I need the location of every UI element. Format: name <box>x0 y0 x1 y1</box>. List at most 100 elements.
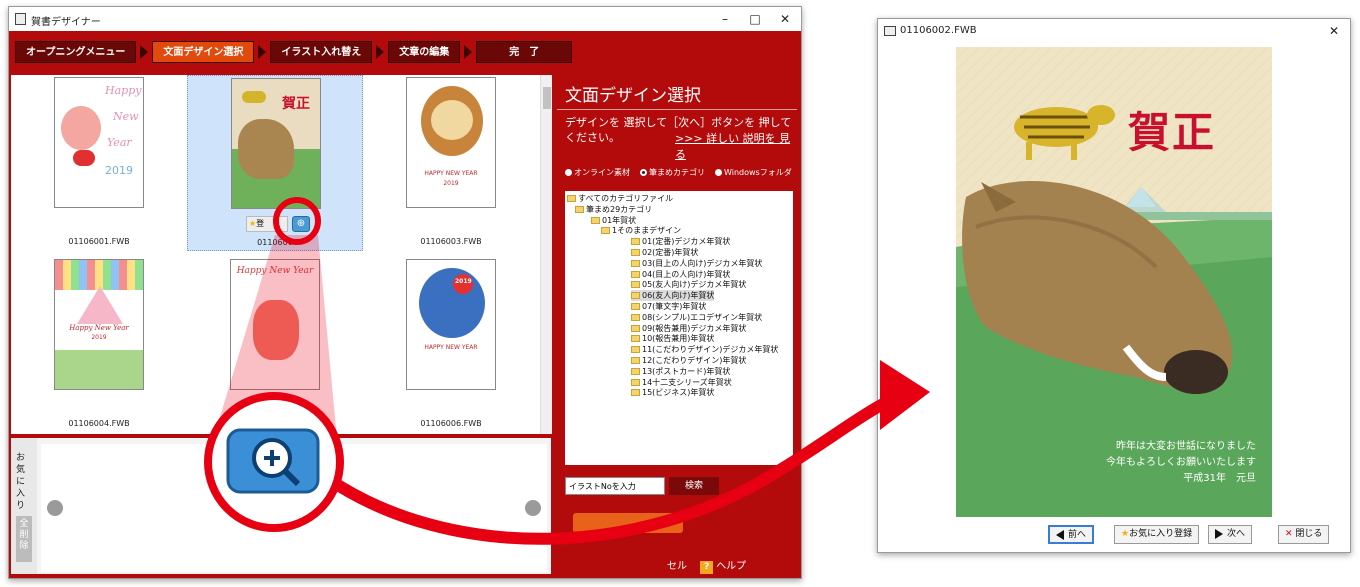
radio-online[interactable]: オンライン素材 <box>565 167 630 178</box>
app-body: オープニングメニュー 文面デザイン選択 イラスト入れ替え 文章の編集 完 了 H… <box>9 31 801 578</box>
next-button[interactable] <box>573 513 683 533</box>
preview-window: 01106002.FWB ✕ 賀正 昨年は大変お世話になりました 今年もよろしく… <box>877 18 1351 553</box>
step-opening-menu[interactable]: オープニングメニュー <box>15 41 137 63</box>
folder-icon <box>631 249 640 256</box>
tree-node[interactable]: 1そのままデザイン <box>601 225 681 236</box>
design-card-3[interactable]: HAPPY NEW YEAR 2019 01106003.FWB <box>363 75 539 251</box>
tree-node[interactable]: 13(ポストカード)年賀状 <box>631 366 730 377</box>
folder-icon <box>631 378 640 386</box>
tree-node-label: 07(筆文字)年賀状 <box>642 302 707 311</box>
fav-next-button[interactable] <box>525 500 541 516</box>
card-text: 2019 <box>443 180 459 187</box>
card-filename: 01106004.FWB <box>68 419 130 428</box>
right-panel: 文面デザイン選択 デザインを 選択して［次へ］ボタンを 押してください。 >>>… <box>557 75 797 575</box>
tree-node[interactable]: 01年賀状 <box>591 215 636 226</box>
illust-number-input[interactable]: イラストNoを入力 <box>565 477 665 495</box>
tree-node[interactable]: 01(定番)デジカメ年賀状 <box>631 236 730 247</box>
favorites-list <box>41 444 547 572</box>
delete-all-button[interactable]: 全削除 <box>16 516 32 562</box>
radio-label: 筆まめカテゴリ <box>649 168 705 177</box>
tree-node[interactable]: 06(友人向け)年賀状 <box>631 290 715 302</box>
preview-button-bar: 前へ ★お気に入り登録 次へ ✕ 閉じる <box>878 521 1350 549</box>
radio-dot <box>640 169 647 176</box>
tree-node[interactable]: 02(定番)年賀状 <box>631 247 698 258</box>
design-card-4[interactable]: Happy New Year 2019 01106004.FWB <box>11 257 187 433</box>
add-favorite-button[interactable]: ★お気に入り登録 <box>1114 525 1200 544</box>
design-card-6[interactable]: 2019 HAPPY NEW YEAR 01106006.FWB <box>363 257 539 433</box>
fav-prev-button[interactable] <box>47 500 63 516</box>
step-design-select[interactable]: 文面デザイン選択 <box>152 41 255 63</box>
tree-node[interactable]: 14十二支シリーズ年賀状 <box>631 377 732 388</box>
step-text-edit[interactable]: 文章の編集 <box>388 41 461 63</box>
folder-icon <box>567 195 576 202</box>
card-text: 2019 <box>105 164 133 177</box>
card-thumbnail: 2019 HAPPY NEW YEAR <box>406 259 496 390</box>
favorites-area: お気に入り 全削除 <box>11 438 551 574</box>
tree-node-label: 12(こだわりデザイン)年賀状 <box>642 356 747 365</box>
details-link[interactable]: >>> 詳しい 説明を 見る <box>675 130 797 162</box>
tree-node[interactable]: 03(目上の人向け)デジカメ年賀状 <box>631 258 762 269</box>
step-arrow <box>464 45 473 59</box>
card-text: Happy New Year <box>236 266 314 276</box>
zoom-icon[interactable]: ⊕ <box>292 216 310 232</box>
app-icon <box>15 13 26 25</box>
design-card-5[interactable]: Happy New Year <box>187 257 363 433</box>
folder-icon <box>631 292 640 300</box>
next-preview-button[interactable]: 次へ <box>1208 525 1253 544</box>
grid-scrollbar[interactable] <box>540 75 552 434</box>
tree-node-label: 08(シンプル)エコデザイン年賀状 <box>642 312 763 322</box>
design-card-2[interactable]: 賀正 ★登 ⊕ 0110600 <box>187 75 363 251</box>
tree-node[interactable]: 15(ビジネス)年賀状 <box>631 387 714 398</box>
prev-icon <box>1056 529 1064 540</box>
design-card-1[interactable]: Happy New Year 2019 01106001.FWB <box>11 75 187 251</box>
close-icon[interactable]: ✕ <box>775 9 795 29</box>
greeting-text: 昨年は大変お世話になりました 今年もよろしくお願いいたします 平成31年 元旦 <box>1106 439 1256 487</box>
next-icon <box>1215 528 1223 539</box>
step-finish[interactable]: 完 了 <box>476 41 573 63</box>
card-filename: 0110600 <box>257 238 293 247</box>
tree-node[interactable]: 10(報告兼用)年賀状 <box>631 333 714 344</box>
card-text: Happy <box>105 84 142 97</box>
preview-title-bar: 01106002.FWB ✕ <box>878 19 1350 43</box>
prev-button[interactable]: 前へ <box>1048 525 1095 544</box>
designer-window: 賀書デザイナー – □ ✕ オープニングメニュー 文面デザイン選択 イラスト入れ… <box>8 6 802 579</box>
card-filename: 01106003.FWB <box>420 237 482 246</box>
tree-node-label: 14十二支シリーズ年賀状 <box>642 377 732 387</box>
tree-node[interactable]: 07(筆文字)年賀状 <box>631 301 706 312</box>
tree-node[interactable]: 12(こだわりデザイン)年賀状 <box>631 355 746 366</box>
search-button[interactable]: 検索 <box>669 477 719 495</box>
close-icon[interactable]: ✕ <box>1324 21 1344 41</box>
tree-node-label: 01年賀状 <box>602 215 637 225</box>
greeting-line-3: 平成31年 元旦 <box>1183 473 1256 484</box>
fav-add-small-button[interactable]: ★登 <box>246 216 288 232</box>
tree-node[interactable]: 筆まめ29カテゴリ <box>575 204 652 215</box>
step-bar: オープニングメニュー 文面デザイン選択 イラスト入れ替え 文章の編集 完 了 <box>15 39 573 65</box>
help-button[interactable]: ? ヘルプ <box>700 561 746 574</box>
card-title: 賀正 <box>1128 108 1217 157</box>
tree-node[interactable]: 05(友人向け)デジカメ年賀状 <box>631 279 746 290</box>
cancel-button[interactable]: セル <box>667 561 687 572</box>
favorites-label: お気に入り <box>16 453 26 511</box>
greeting-line-1: 昨年は大変お世話になりました <box>1116 441 1256 452</box>
radio-label: オンライン素材 <box>574 168 630 177</box>
help-icon: ? <box>700 561 714 574</box>
tree-node[interactable]: 04(目上の人向け)年賀状 <box>631 269 730 280</box>
step-illust-replace[interactable]: イラスト入れ替え <box>270 41 373 63</box>
minimize-icon[interactable]: – <box>715 9 735 29</box>
tree-node[interactable]: 09(報告兼用)デジカメ年賀状 <box>631 323 746 334</box>
scroll-thumb[interactable] <box>543 87 551 109</box>
tree-node[interactable]: 08(シンプル)エコデザイン年賀状 <box>631 312 762 323</box>
tree-node[interactable]: すべてのカテゴリファイル <box>567 193 673 204</box>
tree-node[interactable]: 11(こだわりデザイン)デジカメ年賀状 <box>631 344 778 355</box>
maximize-icon[interactable]: □ <box>745 9 765 29</box>
tree-node-label: 02(定番)年賀状 <box>642 248 699 257</box>
step-arrow <box>376 45 385 59</box>
card-text: New <box>113 110 139 123</box>
radio-category[interactable]: 筆まめカテゴリ <box>640 167 705 178</box>
folder-icon <box>631 389 640 397</box>
close-button[interactable]: ✕ 閉じる <box>1278 525 1330 544</box>
card-thumbnail: Happy New Year 2019 <box>54 77 144 208</box>
radio-dot <box>565 169 572 176</box>
folder-icon <box>631 281 640 289</box>
radio-windows[interactable]: Windowsフォルダ <box>715 167 792 178</box>
